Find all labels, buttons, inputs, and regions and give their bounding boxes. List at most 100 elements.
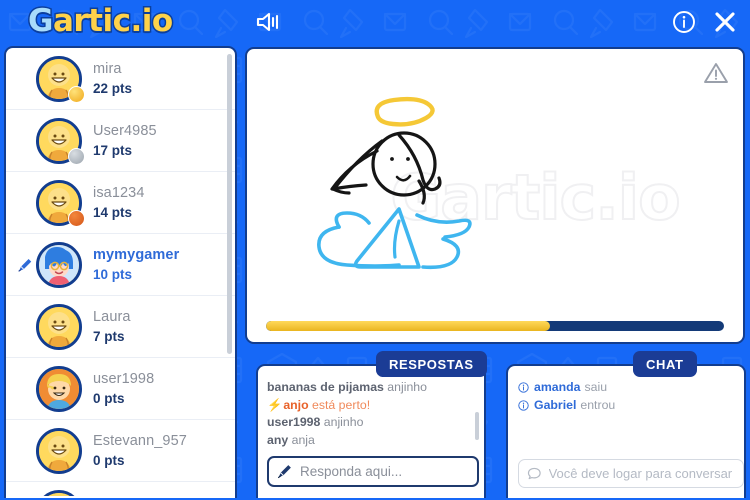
- logo-letter-g: G: [27, 2, 55, 41]
- avatar-blue-hair-glasses: [39, 244, 79, 285]
- info-circle-icon[interactable]: [672, 10, 696, 34]
- answer-message: any anja: [267, 432, 479, 448]
- avatar: [36, 427, 82, 474]
- tab-answers[interactable]: RESPOSTAS: [376, 351, 487, 377]
- logo-text-io: io: [140, 2, 174, 41]
- player-info: Estevann_957 0 pts: [93, 433, 187, 467]
- player-name: mira: [93, 61, 122, 78]
- player-name: Laura: [93, 309, 131, 326]
- answers-scrollbar[interactable]: [475, 412, 479, 440]
- smile: [395, 174, 412, 182]
- player-list-panel: mira 22 pts User4985 17 pts isa1234 14 pts: [4, 46, 237, 498]
- player-row[interactable]: mira 22 pts: [6, 48, 235, 110]
- hair-strand-1: [332, 139, 384, 191]
- answer-input[interactable]: [300, 464, 460, 479]
- medal-badge-gold: [68, 85, 85, 103]
- avatar-yellow-smiley: [39, 430, 79, 471]
- chat-text: entrou: [580, 397, 616, 412]
- player-avatar: [36, 303, 82, 350]
- player-avatar: [36, 365, 82, 412]
- answer-text: anjinho: [387, 380, 427, 394]
- wing-right-top: [415, 213, 472, 239]
- answer-message: user1998 anjinho: [267, 414, 479, 432]
- chat-input[interactable]: [548, 466, 743, 481]
- chat-text: saiu: [584, 380, 608, 394]
- chat-message: amanda saiu: [518, 379, 738, 397]
- info-circle-icon: [518, 382, 529, 393]
- answer-text: está perto!: [312, 397, 371, 412]
- player-row[interactable]: mymygamer 10 pts: [6, 234, 235, 296]
- round-timer-progress-fill: [266, 321, 550, 331]
- avatar-yellow-smiley: [39, 306, 79, 347]
- angel-drawing: [317, 96, 472, 270]
- player-info: User4985 17 pts: [93, 123, 157, 157]
- avatar: [36, 365, 82, 412]
- wing-left-top: [334, 211, 371, 229]
- info-circle-icon: [518, 400, 529, 411]
- robe-fold: [392, 219, 401, 259]
- drawing-indicator-slot: [14, 482, 36, 497]
- chat-panel: amanda saiu Gabriel entrou: [506, 364, 746, 498]
- drawing-indicator-slot: [14, 420, 36, 482]
- player-avatar: [36, 179, 85, 227]
- player-points: 0 pts: [93, 452, 125, 468]
- answer-input-container[interactable]: [267, 456, 479, 487]
- player-avatar: [36, 117, 85, 165]
- avatar: [36, 241, 82, 288]
- chat-message-list: amanda saiu Gabriel entrou: [518, 379, 738, 439]
- player-info: isa1234 14 pts: [93, 185, 145, 219]
- answer-message: ⚡anjo está perto!: [267, 397, 479, 415]
- gartic-logo: G artic . io: [27, 1, 175, 41]
- drawing-indicator-slot: [14, 172, 36, 234]
- drawing-indicator-slot: [14, 358, 36, 420]
- answer-author: any: [267, 432, 289, 447]
- close-x-icon[interactable]: [712, 9, 738, 35]
- halo-shape: [374, 96, 435, 127]
- drawing-indicator-slot: [14, 234, 36, 296]
- drawing-pencil-icon: [18, 258, 32, 272]
- answer-author: bananas de pijamas: [267, 380, 384, 394]
- player-name: isa1234: [93, 185, 145, 202]
- drawing-indicator-slot: [14, 296, 36, 358]
- logo-text-artic: artic: [51, 2, 132, 41]
- player-list-scrollbar[interactable]: [227, 54, 232, 354]
- player-info: user1998 0 pts: [93, 371, 154, 405]
- app-header: G artic . io: [0, 0, 750, 44]
- lightning-bolt-icon: ⚡: [267, 397, 283, 412]
- chat-author: Gabriel: [534, 397, 577, 412]
- player-row[interactable]: Estevann_957 0 pts: [6, 420, 235, 482]
- player-row[interactable]: user1998 0 pts: [6, 358, 235, 420]
- warning-triangle-icon[interactable]: [703, 61, 729, 85]
- player-row[interactable]: User4985 17 pts: [6, 110, 235, 172]
- avatar: [36, 489, 82, 496]
- player-avatar: [36, 489, 82, 496]
- player-name: Estevann_957: [93, 433, 187, 450]
- player-row[interactable]: [6, 482, 235, 497]
- drawing-indicator-slot: [14, 48, 36, 110]
- player-row[interactable]: Laura 7 pts: [6, 296, 235, 358]
- answer-author: user1998: [267, 415, 321, 429]
- player-avatar: [36, 427, 82, 474]
- player-name: mymygamer: [93, 247, 180, 264]
- player-name: user1998: [93, 371, 155, 388]
- hair-tip: [331, 187, 351, 195]
- logo-dot: .: [129, 2, 144, 41]
- chat-input-container[interactable]: [518, 459, 744, 488]
- avatar-blonde-orange: [39, 368, 79, 409]
- player-points: 22 pts: [93, 80, 133, 96]
- chat-bubble-icon: [527, 467, 541, 480]
- player-name: User4985: [93, 123, 157, 140]
- answer-author: anjo: [283, 397, 309, 412]
- player-row[interactable]: isa1234 14 pts: [6, 172, 235, 234]
- player-list-scroll[interactable]: mira 22 pts User4985 17 pts isa1234 14 pts: [6, 48, 235, 497]
- right-eye: [406, 157, 410, 161]
- speaker-volume-icon[interactable]: [255, 10, 281, 34]
- player-info: mymygamer 10 pts: [93, 247, 179, 281]
- answer-text: anja: [291, 432, 315, 447]
- left-eye: [390, 157, 394, 161]
- chat-author: amanda: [534, 380, 581, 394]
- drawing-canvas-panel[interactable]: Gartic.io: [245, 47, 745, 344]
- player-points: 14 pts: [93, 204, 133, 220]
- tab-chat[interactable]: CHAT: [633, 351, 697, 377]
- player-avatar: [36, 241, 82, 288]
